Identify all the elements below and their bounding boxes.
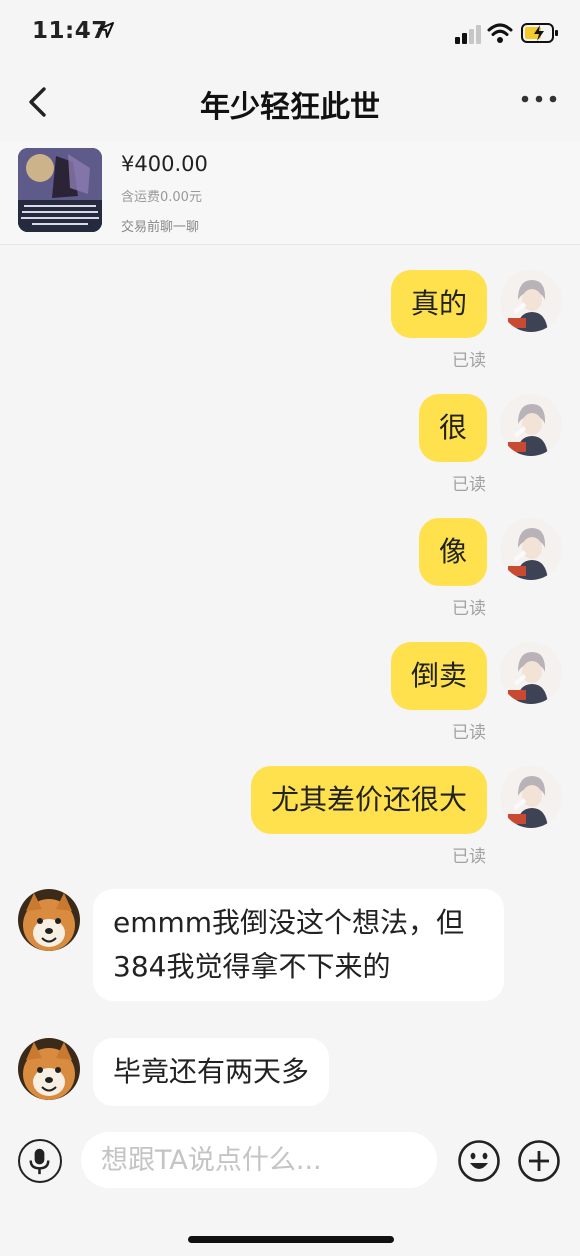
plus-icon[interactable] [517,1139,561,1183]
signal-icon [455,25,481,44]
message-bubble[interactable]: 像 [418,518,487,586]
message-bubble[interactable]: 尤其差价还很大 [250,766,487,834]
message-bubble[interactable]: 倒卖 [390,642,487,710]
product-hint: 交易前聊一聊 [121,220,200,235]
avatar-self[interactable] [500,642,562,704]
message-bubble[interactable]: 毕竟还有两天多 [93,1038,330,1106]
location-arrow-icon [98,22,114,38]
product-price: ¥400.00 [121,152,208,176]
avatar-self[interactable] [500,394,562,456]
product-shipping: 含运费0.00元 [121,190,202,205]
wifi-icon [487,23,513,43]
product-thumbnail[interactable] [18,148,102,232]
read-status: 已读 [452,723,486,743]
status-time: 11:47 [32,18,108,44]
emoji-icon[interactable] [457,1139,501,1183]
page-title: 年少轻狂此世 [200,90,380,125]
mic-icon [29,1148,50,1175]
voice-button[interactable] [18,1139,62,1183]
message-input[interactable] [81,1132,437,1188]
product-card[interactable]: ¥400.00 含运费0.00元 交易前聊一聊 [0,142,580,245]
message-bubble[interactable]: emmm我倒没这个想法，但 384我觉得拿不下来的 [93,889,504,1001]
read-status: 已读 [452,475,486,495]
status-bar: 11:47 [0,0,580,64]
message-bubble[interactable]: 很 [418,394,487,462]
nav-bar: 年少轻狂此世 [0,64,580,142]
battery-charging-icon [521,23,558,43]
message-line: 384我觉得拿不下来的 [113,950,391,983]
avatar-other[interactable] [18,889,80,951]
message-bubble[interactable]: 真的 [390,270,487,338]
message-line: emmm我倒没这个想法，但 [113,906,465,939]
more-dots-icon[interactable] [520,89,558,109]
avatar-self[interactable] [500,518,562,580]
home-indicator[interactable] [188,1236,394,1243]
read-status: 已读 [452,351,486,371]
avatar-other[interactable] [18,1038,80,1100]
read-status: 已读 [452,599,486,619]
read-status: 已读 [452,847,486,867]
avatar-self[interactable] [500,270,562,332]
avatar-self[interactable] [500,766,562,828]
